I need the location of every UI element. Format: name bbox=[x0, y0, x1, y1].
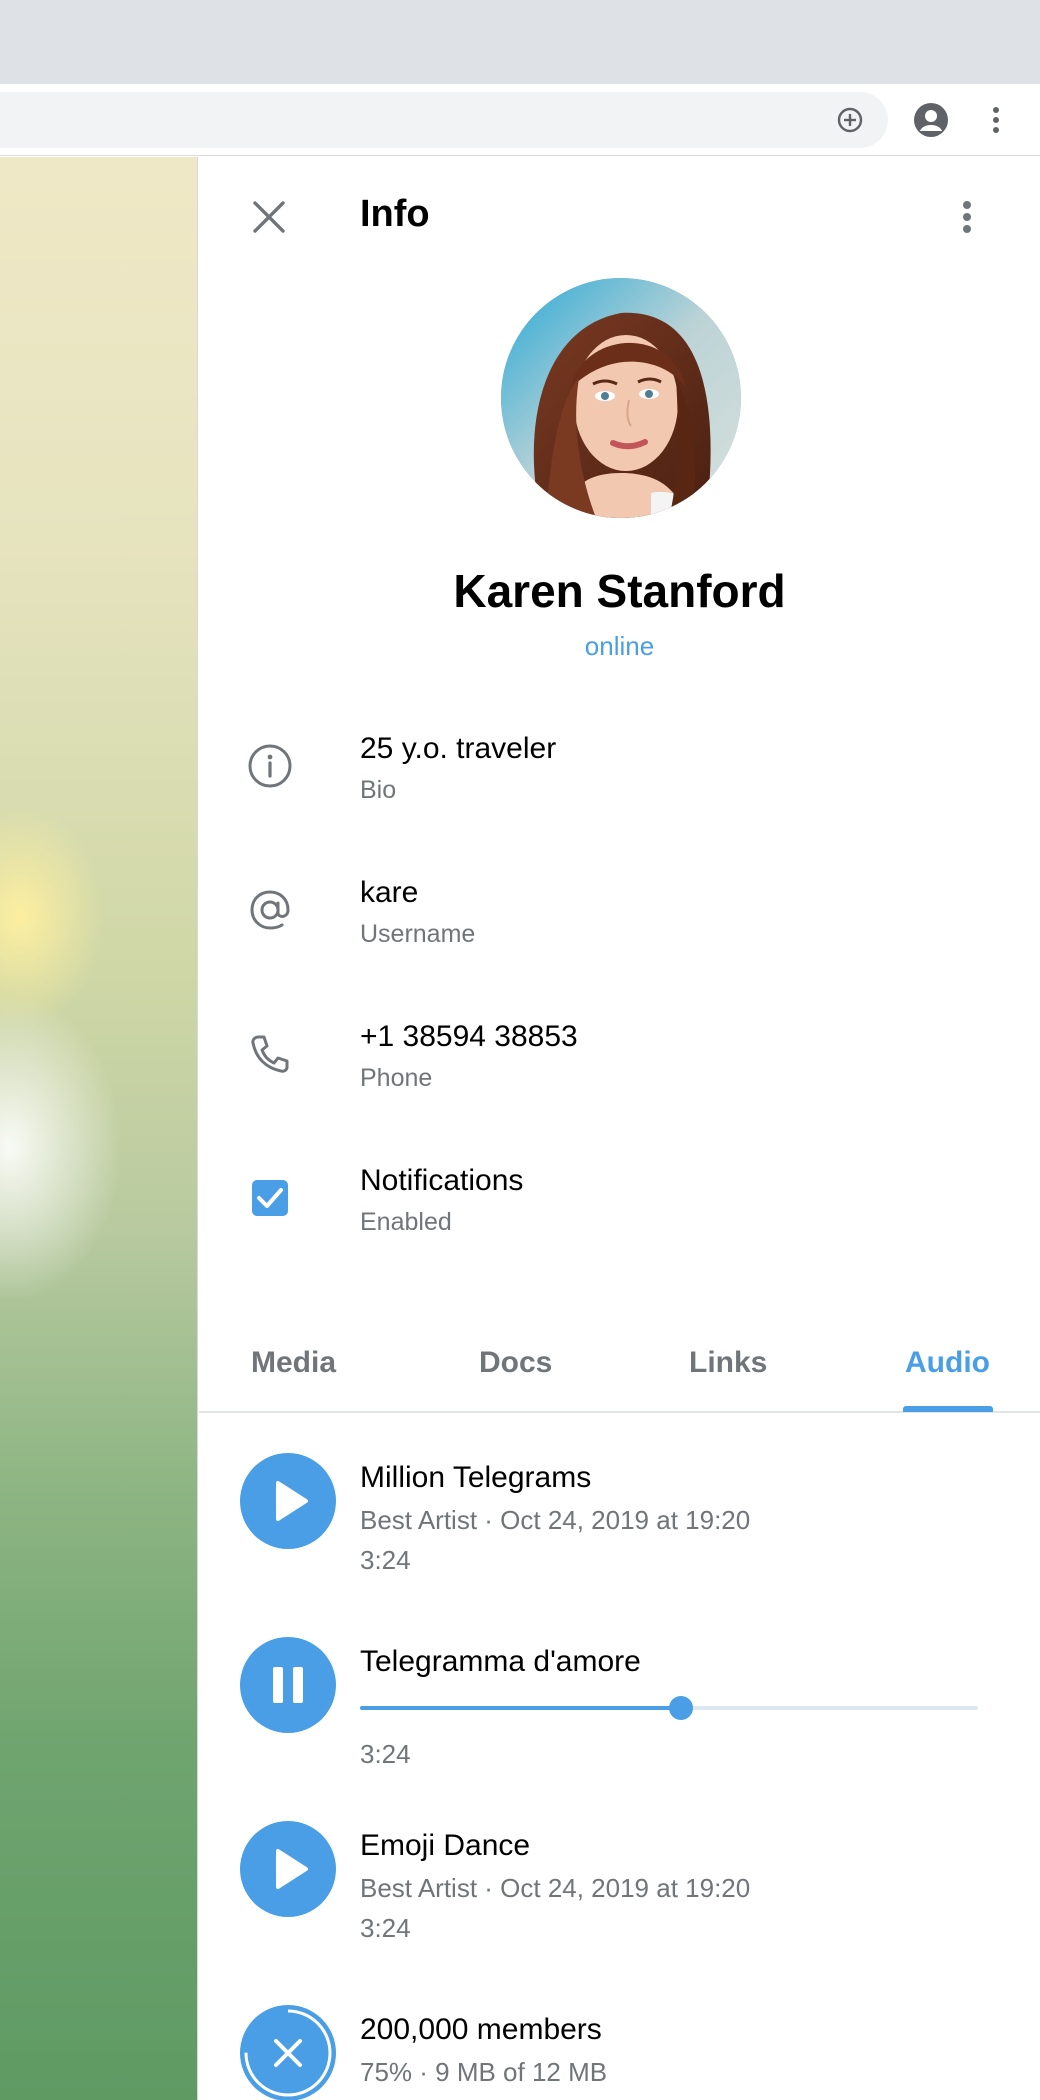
tab-audio[interactable]: Audio bbox=[905, 1346, 990, 1402]
checkbox-checked-icon[interactable] bbox=[246, 1174, 294, 1222]
audio-duration: 3:24 bbox=[360, 1545, 411, 1575]
audio-progress-handle[interactable] bbox=[669, 1696, 694, 1720]
bio-value: 25 y.o. traveler bbox=[360, 732, 557, 765]
audio-title: 200,000 members bbox=[360, 2013, 602, 2046]
phone-label: Phone bbox=[360, 1064, 433, 1092]
pause-icon[interactable] bbox=[240, 1637, 336, 1733]
audio-list: Million Telegrams Best Artist · Oct 24, … bbox=[199, 1453, 1040, 2100]
profile-status: online bbox=[584, 631, 655, 661]
audio-progress-fill bbox=[360, 1706, 682, 1710]
audio-meta: Best Artist · Oct 24, 2019 at 19:20 bbox=[360, 1873, 751, 1903]
panel-header: Info bbox=[199, 157, 1040, 275]
address-bar[interactable] bbox=[0, 92, 888, 148]
audio-progress-slider[interactable] bbox=[360, 1696, 978, 1720]
bio-label: Bio bbox=[360, 776, 397, 804]
audio-duration: 3:24 bbox=[360, 1739, 411, 1769]
phone-icon bbox=[246, 1030, 294, 1078]
list-item[interactable]: 200,000 members 75% · 9 MB of 12 MB bbox=[199, 2005, 1040, 2100]
cancel-download-icon[interactable] bbox=[240, 2005, 336, 2100]
notifications-value: Notifications bbox=[360, 1164, 524, 1197]
info-row-bio[interactable]: 25 y.o. traveler Bio bbox=[199, 732, 1040, 842]
chat-wallpaper bbox=[0, 157, 198, 2100]
list-item[interactable]: Million Telegrams Best Artist · Oct 24, … bbox=[199, 1453, 1040, 1613]
browser-tab-strip bbox=[0, 0, 1040, 84]
username-label: Username bbox=[360, 920, 476, 948]
tab-active-indicator bbox=[903, 1406, 993, 1412]
tab-links[interactable]: Links bbox=[689, 1346, 767, 1402]
notifications-label: Enabled bbox=[360, 1208, 452, 1236]
browser-toolbar bbox=[0, 84, 1040, 156]
audio-duration: 3:24 bbox=[360, 1913, 411, 1943]
info-row-username[interactable]: kare Username bbox=[199, 876, 1040, 986]
avatar[interactable] bbox=[501, 278, 741, 518]
profile-name: Karen Stanford bbox=[453, 565, 786, 617]
audio-meta: 75% · 9 MB of 12 MB bbox=[360, 2057, 608, 2087]
tab-bar: Media Docs Links Audio bbox=[199, 1315, 1040, 1413]
tab-docs[interactable]: Docs bbox=[479, 1346, 552, 1402]
close-icon[interactable] bbox=[249, 197, 289, 237]
list-item[interactable]: Telegramma d'amore 3:24 bbox=[199, 1637, 1040, 1797]
list-item[interactable]: Emoji Dance Best Artist · Oct 24, 2019 a… bbox=[199, 1821, 1040, 1981]
at-sign-icon bbox=[246, 886, 294, 934]
more-vertical-icon[interactable] bbox=[955, 195, 979, 239]
audio-title: Telegramma d'amore bbox=[360, 1645, 641, 1678]
username-value: kare bbox=[360, 876, 419, 909]
tab-media[interactable]: Media bbox=[251, 1346, 336, 1402]
play-icon[interactable] bbox=[240, 1821, 336, 1917]
info-icon bbox=[246, 742, 294, 790]
account-icon[interactable] bbox=[913, 102, 949, 138]
info-row-notifications[interactable]: Notifications Enabled bbox=[199, 1164, 1040, 1274]
audio-title: Emoji Dance bbox=[360, 1829, 531, 1862]
audio-title: Million Telegrams bbox=[360, 1461, 592, 1494]
phone-value: +1 38594 38853 bbox=[360, 1020, 578, 1053]
audio-meta: Best Artist · Oct 24, 2019 at 19:20 bbox=[360, 1505, 751, 1535]
more-vertical-icon[interactable] bbox=[987, 102, 1005, 138]
add-circle-icon[interactable] bbox=[836, 106, 864, 134]
panel-title: Info bbox=[360, 193, 430, 235]
play-icon[interactable] bbox=[240, 1453, 336, 1549]
info-row-phone[interactable]: +1 38594 38853 Phone bbox=[199, 1020, 1040, 1130]
